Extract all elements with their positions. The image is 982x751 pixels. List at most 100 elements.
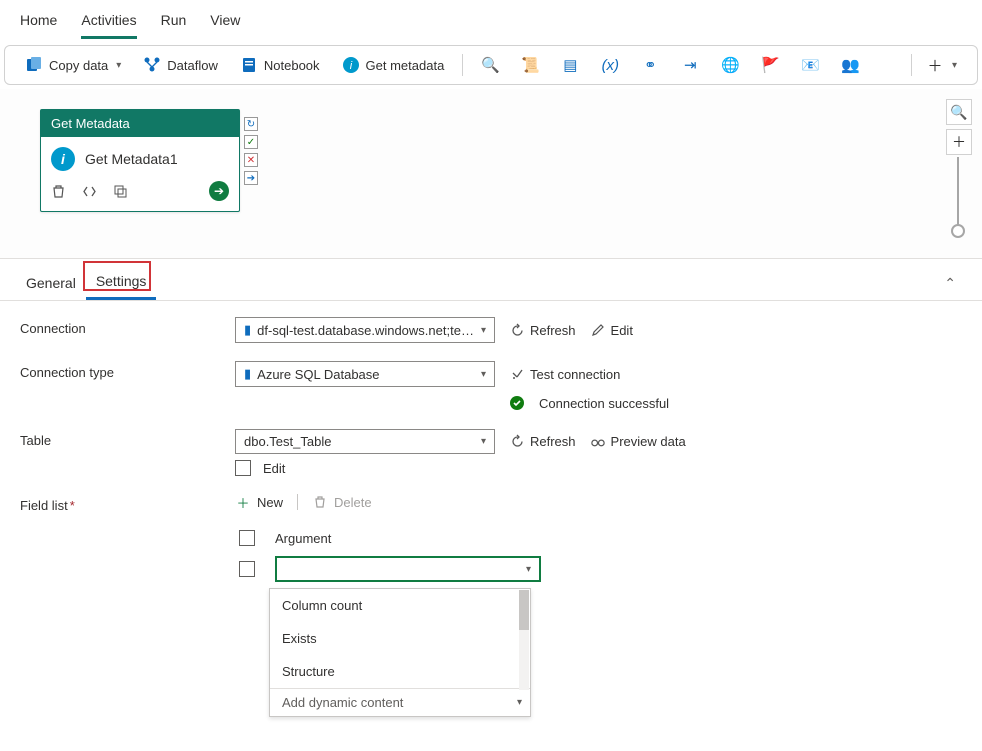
annotation-highlight [83, 261, 151, 291]
notebook-button[interactable]: Notebook [232, 52, 328, 78]
option-add-dynamic-content[interactable]: Add dynamic content ▾ [270, 688, 530, 716]
test-connection-button[interactable]: Test connection [509, 366, 620, 382]
get-metadata-button[interactable]: i Get metadata [334, 52, 453, 78]
tab-view[interactable]: View [210, 6, 240, 39]
connection-type-label: Connection type [20, 361, 235, 380]
pipeline-canvas[interactable]: Get Metadata i Get Metadata1 ➔ ↻ ✓ ✕ ➔ 🔍… [0, 89, 982, 259]
web-icon-button[interactable]: 🌐 [713, 52, 747, 78]
option-exists[interactable]: Exists [270, 622, 530, 655]
handle-skip-icon[interactable]: ➔ [244, 171, 258, 185]
connection-type-dropdown[interactable]: ▮ Azure SQL Database ▾ [235, 361, 495, 387]
chevron-down-icon: ▾ [517, 697, 522, 708]
option-structure[interactable]: Structure [270, 655, 530, 688]
copy-data-icon [25, 56, 43, 74]
connection-success-text: Connection successful [539, 396, 669, 411]
search-icon: 🔍 [481, 56, 499, 74]
add-activity-button[interactable]: ＋ ▾ [918, 52, 965, 78]
connection-label: Connection [20, 317, 235, 336]
dataflow-label: Dataflow [167, 58, 218, 73]
canvas-search-button[interactable]: 🔍 [946, 99, 972, 125]
tab-general[interactable]: General [16, 269, 86, 299]
top-tab-bar: Home Activities Run View [0, 0, 982, 39]
node-output-handles: ↻ ✓ ✕ ➔ [244, 117, 258, 185]
run-icon[interactable]: ➔ [209, 181, 229, 201]
scrollbar-thumb[interactable] [519, 590, 529, 630]
trash-icon [312, 494, 328, 510]
preview-data-button[interactable]: Preview data [590, 434, 686, 450]
data-icon-button[interactable]: ⇥ [673, 52, 707, 78]
copy-data-label: Copy data [49, 58, 108, 73]
activity-node[interactable]: Get Metadata i Get Metadata1 ➔ [40, 109, 240, 212]
delete-icon[interactable] [51, 184, 66, 199]
tab-activities[interactable]: Activities [81, 6, 136, 39]
flag-icon: 🚩 [761, 56, 779, 74]
plus-icon: ＋ [926, 56, 944, 74]
chevron-down-icon: ▾ [481, 369, 486, 380]
variable-icon-button[interactable]: (x) [593, 52, 627, 78]
select-all-checkbox[interactable] [239, 530, 255, 546]
connection-dropdown[interactable]: ▮ df-sql-test.database.windows.net;tes..… [235, 317, 495, 343]
connection-value: df-sql-test.database.windows.net;tes... [257, 323, 475, 338]
plus-icon: ＋ [952, 132, 966, 152]
argument-table: Argument ▾ Column count Exists Structure [235, 524, 545, 717]
teams-icon: 👥 [841, 56, 859, 74]
argument-dropdown[interactable]: ▾ [275, 556, 541, 582]
refresh-icon [509, 322, 525, 338]
handle-fail-icon[interactable]: ✕ [244, 153, 258, 167]
get-metadata-label: Get metadata [366, 58, 445, 73]
activity-toolbar: Copy data ▾ Dataflow Notebook i Get meta… [4, 45, 978, 85]
table-dropdown[interactable]: dbo.Test_Table ▾ [235, 429, 495, 454]
dataflow-icon [143, 56, 161, 74]
handle-success-icon[interactable]: ✓ [244, 135, 258, 149]
edit-checkbox[interactable] [235, 460, 251, 476]
flag-icon-button[interactable]: 🚩 [753, 52, 787, 78]
properties-tab-bar: General Settings ⌃ [0, 259, 982, 301]
variable-icon: (x) [601, 56, 619, 74]
notebook-label: Notebook [264, 58, 320, 73]
refresh-connection-button[interactable]: Refresh [509, 322, 576, 338]
chevron-down-icon: ▾ [952, 60, 957, 71]
toolbar-separator [462, 54, 463, 76]
argument-row-checkbox[interactable] [239, 561, 255, 577]
delete-argument-button[interactable]: Delete [312, 494, 372, 510]
connection-type-value: Azure SQL Database [257, 367, 379, 382]
tab-run[interactable]: Run [161, 6, 187, 39]
teams-icon-button[interactable]: 👥 [833, 52, 867, 78]
canvas-add-button[interactable]: ＋ [946, 129, 972, 155]
glasses-icon [590, 434, 606, 450]
database-icon: ▮ [244, 322, 251, 338]
copy-icon[interactable] [113, 184, 128, 199]
pencil-icon [590, 322, 606, 338]
refresh-icon [509, 434, 525, 450]
globe-icon: 🌐 [721, 56, 739, 74]
lookup-icon: ⚭ [641, 56, 659, 74]
copy-data-button[interactable]: Copy data ▾ [17, 52, 129, 78]
chevron-up-icon: ⌃ [944, 275, 956, 291]
chevron-down-icon: ▾ [526, 564, 531, 575]
info-icon: i [51, 147, 75, 171]
script-icon-button[interactable]: 📜 [513, 52, 547, 78]
dataflow-button[interactable]: Dataflow [135, 52, 226, 78]
handle-sync-icon[interactable]: ↻ [244, 117, 258, 131]
edit-connection-button[interactable]: Edit [590, 322, 633, 338]
zoom-handle[interactable] [951, 224, 965, 238]
test-connection-icon [509, 366, 525, 382]
list-icon: ▤ [561, 56, 579, 74]
argument-dropdown-panel: Column count Exists Structure Add dynami… [269, 588, 531, 717]
search-icon: 🔍 [950, 104, 967, 121]
activity-node-label: Get Metadata1 [85, 151, 178, 167]
code-icon[interactable] [82, 184, 97, 199]
chevron-down-icon: ▾ [116, 60, 121, 71]
list-icon-button[interactable]: ▤ [553, 52, 587, 78]
refresh-table-button[interactable]: Refresh [509, 434, 576, 450]
new-argument-button[interactable]: ＋ New [235, 494, 283, 510]
lookup-icon-button[interactable]: ⚭ [633, 52, 667, 78]
activity-node-title: Get Metadata [41, 110, 239, 137]
chevron-down-icon: ▾ [481, 325, 486, 336]
tab-home[interactable]: Home [20, 6, 57, 39]
search-icon-button[interactable]: 🔍 [473, 52, 507, 78]
outlook-icon-button[interactable]: 📧 [793, 52, 827, 78]
option-column-count[interactable]: Column count [270, 589, 530, 622]
zoom-track [957, 157, 959, 227]
collapse-button[interactable]: ⌃ [934, 271, 966, 296]
